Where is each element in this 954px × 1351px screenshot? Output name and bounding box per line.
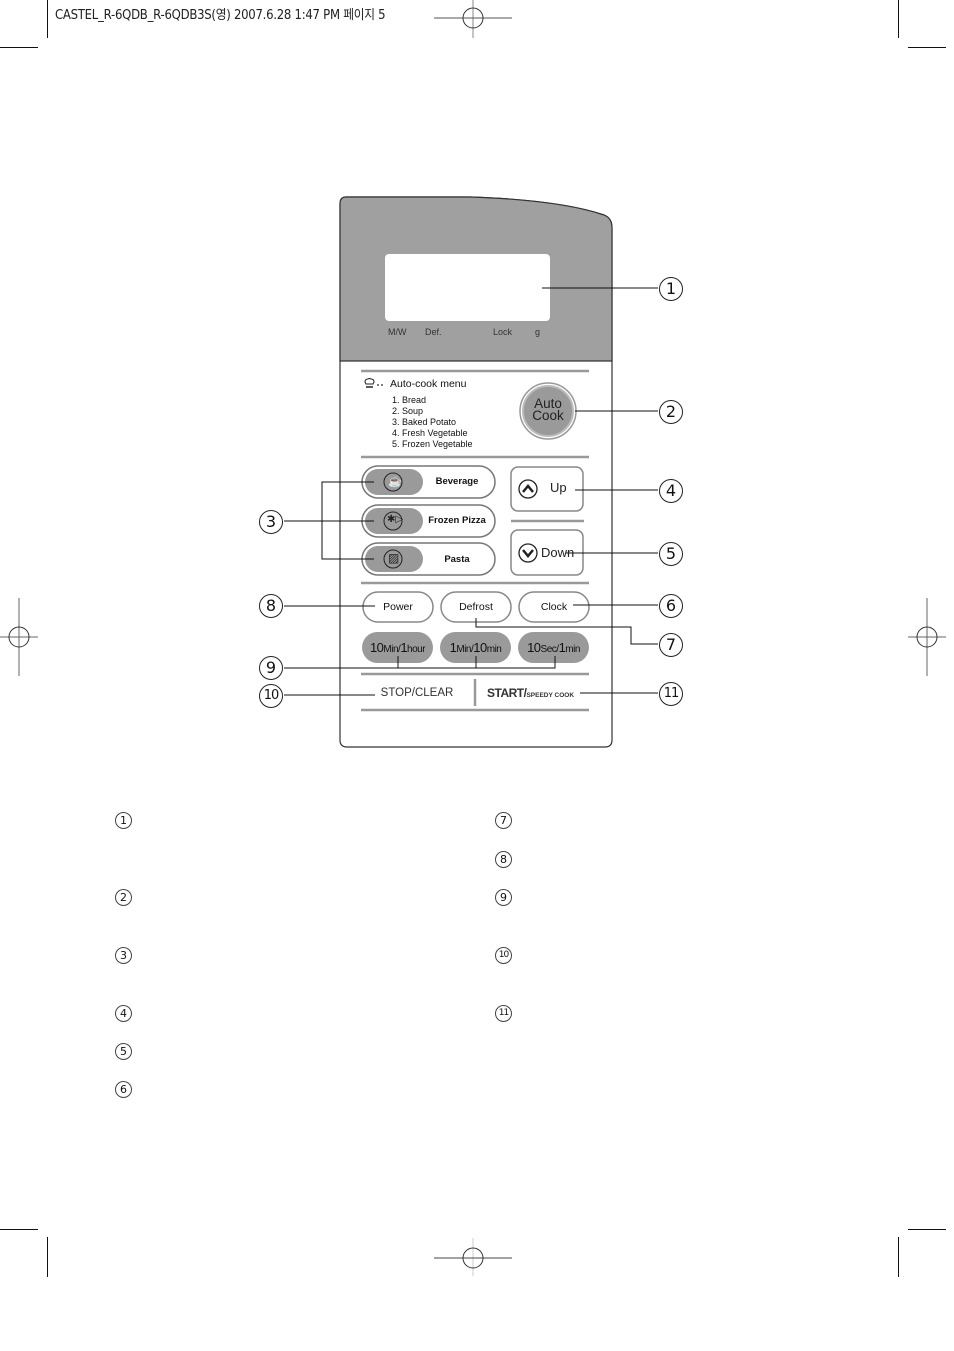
stop-clear-button[interactable]: STOP/CLEAR <box>362 680 472 706</box>
time-major-2: 10 <box>473 640 487 655</box>
defrost-label: Defrost <box>459 601 493 613</box>
time-major-1: 10 <box>527 640 541 655</box>
pizza-icon: ✱▷ <box>387 514 404 525</box>
legend-11: 11 <box>495 1005 512 1022</box>
10sec-1min-button[interactable]: 10Sec/1min <box>518 632 589 663</box>
pasta-button[interactable]: ▨ Pasta <box>362 543 495 575</box>
menu-item-soup: 2. Soup <box>392 406 424 416</box>
time-unit-2: min <box>486 644 502 655</box>
chef-hat-icon <box>364 378 383 388</box>
pasta-label: Pasta <box>444 554 470 565</box>
legend-1: 1 <box>115 812 132 829</box>
control-panel-drawing <box>284 196 658 748</box>
cup-icon: ☕ <box>388 476 402 488</box>
power-button[interactable]: Power <box>363 592 433 622</box>
callout-4: 4 <box>659 479 683 503</box>
time-unit-1: Min/ <box>383 644 401 655</box>
menu-item-baked-potato: 3. Baked Potato <box>392 417 457 427</box>
beverage-button[interactable]: ☕ Beverage <box>362 466 495 498</box>
legend-6: 6 <box>115 1081 132 1098</box>
legend-9: 9 <box>495 889 512 906</box>
callout-3: 3 <box>259 510 283 534</box>
legend-8: 8 <box>495 851 512 868</box>
clock-button[interactable]: Clock <box>519 592 589 622</box>
time-unit-2: hour <box>407 644 426 655</box>
callout-7: 7 <box>659 633 683 657</box>
legend-5: 5 <box>115 1043 132 1060</box>
chevron-up-icon <box>519 480 537 498</box>
legend-4: 4 <box>115 1005 132 1022</box>
time-major-1: 10 <box>369 640 384 655</box>
up-button[interactable]: Up <box>511 467 583 511</box>
indicator-lock: Lock <box>493 327 513 337</box>
menu-item-fresh-vegetable: 4. Fresh Vegetable <box>392 428 468 438</box>
chevron-down-icon <box>519 544 537 562</box>
down-button[interactable]: Down <box>511 530 583 575</box>
callout-6: 6 <box>659 594 683 618</box>
10min-1hour-button[interactable]: 10Min/1hour <box>362 632 433 663</box>
auto-cook-button[interactable]: Auto Cook <box>520 383 576 439</box>
pasta-icon: ▨ <box>388 551 400 565</box>
lcd-display <box>385 254 550 321</box>
indicator-grams: g <box>535 327 541 337</box>
stop-clear-label: STOP/CLEAR <box>380 687 454 699</box>
clock-label: Clock <box>540 601 568 613</box>
auto-cook-label-line2: Cook <box>532 408 564 423</box>
legend-7: 7 <box>495 812 512 829</box>
down-label: Down <box>541 545 575 560</box>
frozen-pizza-button[interactable]: ✱▷ Frozen Pizza <box>362 505 495 537</box>
1min-10min-button[interactable]: 1Min/10min <box>440 632 511 663</box>
callout-2: 2 <box>659 400 683 424</box>
time-unit-2: min <box>565 644 580 655</box>
start-speedy-cook-button[interactable]: START/SPEEDY COOK <box>478 680 597 706</box>
legend-2: 2 <box>115 889 132 906</box>
defrost-button[interactable]: Defrost <box>441 592 511 622</box>
time-unit-1: Sec/ <box>540 644 560 655</box>
menu-item-bread: 1. Bread <box>392 395 427 405</box>
callout-11: 11 <box>659 682 683 706</box>
callout-9: 9 <box>259 656 283 680</box>
menu-item-frozen-vegetable: 5. Frozen Vegetable <box>392 439 473 449</box>
callout-5: 5 <box>659 542 683 566</box>
time-unit-1: Min/ <box>456 644 474 655</box>
start-label: START/ <box>487 686 527 700</box>
indicator-defrost: Def. <box>425 327 442 337</box>
callout-10: 10 <box>259 684 283 708</box>
callout-8: 8 <box>259 594 283 618</box>
legend-10: 10 <box>495 947 512 964</box>
auto-cook-menu-title: Auto-cook menu <box>390 378 467 390</box>
indicator-mw: M/W <box>388 327 407 337</box>
auto-cook-label-line1: Auto <box>534 396 562 411</box>
speedy-cook-label: SPEEDY COOK <box>526 692 575 699</box>
legend-3: 3 <box>115 947 132 964</box>
up-label: Up <box>550 480 567 495</box>
callout-1: 1 <box>659 277 683 301</box>
frozen-pizza-label: Frozen Pizza <box>428 515 486 526</box>
power-label: Power <box>383 601 413 613</box>
beverage-label: Beverage <box>435 476 479 487</box>
